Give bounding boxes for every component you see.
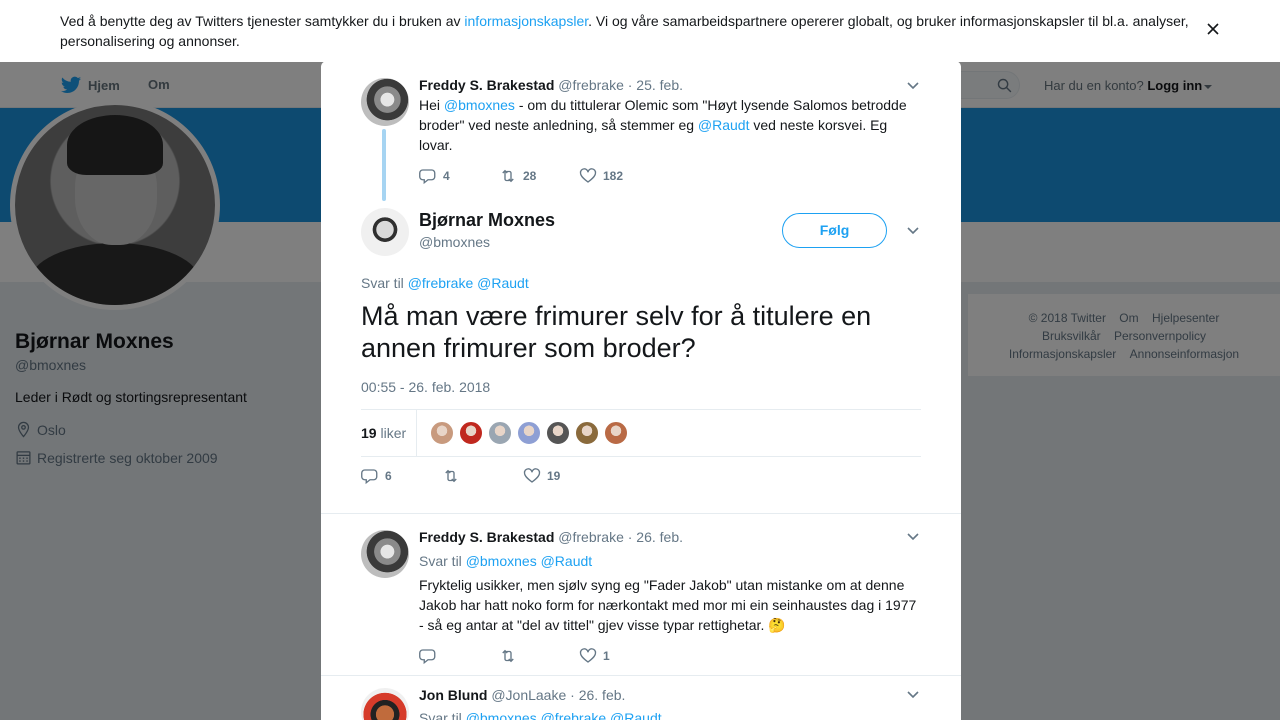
avatar[interactable] — [361, 688, 409, 720]
reply-context: Svar til @bmoxnes @frebrake @Raudt — [419, 710, 662, 720]
reply-context: Svar til @bmoxnes @Raudt — [419, 553, 592, 569]
tweet-date[interactable]: · 26. feb. — [570, 687, 625, 703]
like-count: 182 — [603, 169, 624, 183]
reply-icon — [419, 649, 436, 665]
reply-label: Svar til — [361, 275, 404, 291]
heart-icon — [523, 468, 541, 483]
tweet-date[interactable]: · 25. feb. — [628, 77, 683, 93]
cookie-link[interactable]: informasjonskapsler — [464, 13, 588, 29]
liker-avatar[interactable] — [604, 421, 628, 445]
liker-avatar[interactable] — [430, 421, 454, 445]
chevron-down-icon[interactable] — [906, 688, 920, 702]
reply-label: Svar til — [419, 710, 462, 720]
main-author-handle[interactable]: @bmoxnes — [419, 234, 490, 250]
mention-link[interactable]: @bmoxnes — [444, 97, 515, 113]
avatar[interactable] — [361, 530, 409, 578]
like-button[interactable]: 19 — [523, 467, 604, 485]
reply-mentions[interactable]: @frebrake @Raudt — [408, 275, 529, 291]
retweet-button[interactable] — [499, 647, 579, 665]
likes-number: 19 — [361, 425, 377, 441]
likes-row: 19 liker — [361, 409, 921, 457]
like-button[interactable]: 182 — [579, 167, 659, 185]
tweet-actions: 4 28 182 — [419, 167, 659, 185]
chevron-down-icon[interactable] — [906, 224, 920, 238]
chevron-down-icon[interactable] — [906, 530, 920, 544]
main-tweet-actions: 6 19 — [361, 467, 604, 485]
parent-tweet[interactable]: Freddy S. Brakestad @frebrake · 25. feb.… — [321, 61, 961, 201]
avatar[interactable] — [361, 78, 409, 126]
reply-button[interactable] — [419, 647, 499, 665]
liker-avatar[interactable] — [575, 421, 599, 445]
retweet-icon — [502, 169, 514, 183]
divider — [321, 513, 961, 514]
reply-count: 4 — [443, 169, 450, 183]
liker-avatar[interactable] — [517, 421, 541, 445]
reply-count: 6 — [385, 469, 392, 483]
modal-close-icon[interactable] — [1235, 13, 1259, 37]
like-count: 19 — [547, 469, 561, 483]
mention-link[interactable]: @Raudt — [698, 117, 750, 133]
main-author-name[interactable]: Bjørnar Moxnes — [419, 210, 555, 231]
main-tweet-text: Må man være frimurer selv for å titulere… — [361, 301, 872, 363]
retweet-count: 28 — [523, 169, 537, 183]
cookie-close-icon[interactable] — [1206, 22, 1220, 36]
likes-label: liker — [380, 425, 407, 441]
liker-avatar[interactable] — [459, 421, 483, 445]
likes-summary[interactable]: 19 liker — [361, 425, 406, 441]
liker-avatar[interactable] — [488, 421, 512, 445]
text-part: Hei — [419, 97, 444, 113]
like-count: 1 — [603, 649, 610, 663]
main-tweet-timestamp[interactable]: 00:55 - 26. feb. 2018 — [361, 379, 490, 395]
author-name[interactable]: Freddy S. Brakestad — [419, 77, 554, 93]
cookie-banner: Ved å benytte deg av Twitters tjenester … — [0, 0, 1280, 62]
author-name[interactable]: Freddy S. Brakestad — [419, 529, 554, 545]
liker-avatar[interactable] — [546, 421, 570, 445]
tweet-header: Jon Blund @JonLaake · 26. feb. — [419, 687, 625, 703]
retweet-icon — [445, 469, 457, 483]
author-handle[interactable]: @frebrake — [558, 77, 624, 93]
author-name[interactable]: Jon Blund — [419, 687, 487, 703]
tweet-actions: 1 — [419, 647, 659, 665]
author-handle[interactable]: @frebrake — [558, 529, 624, 545]
follow-button[interactable]: Følg — [782, 213, 887, 248]
author-handle[interactable]: @JonLaake — [491, 687, 566, 703]
divider — [416, 410, 417, 456]
tweet-date[interactable]: · 26. feb. — [628, 529, 683, 545]
retweet-button[interactable]: 28 — [499, 167, 579, 185]
like-button[interactable]: 1 — [579, 647, 659, 665]
reply-mentions[interactable]: @bmoxnes @Raudt — [466, 553, 592, 569]
chevron-down-icon[interactable] — [906, 79, 920, 93]
retweet-icon — [502, 649, 514, 663]
tweet-text: Fryktelig usikker, men sjølv syng eg "Fa… — [419, 577, 917, 633]
retweet-button[interactable] — [442, 467, 523, 485]
reply-button[interactable]: 4 — [419, 167, 499, 185]
reply-icon — [361, 469, 378, 485]
heart-icon — [579, 168, 597, 183]
tweet-permalink-modal: Freddy S. Brakestad @frebrake · 25. feb.… — [321, 61, 961, 720]
tweet-text: Hei @bmoxnes - om du tittulerar Olemic s… — [419, 95, 921, 155]
reply-context: Svar til @frebrake @Raudt — [361, 275, 529, 291]
reply-mentions[interactable]: @bmoxnes @frebrake @Raudt — [466, 710, 662, 720]
avatar[interactable] — [361, 208, 409, 256]
cookie-text-before: Ved å benytte deg av Twitters tjenester … — [60, 13, 465, 29]
tweet-header: Freddy S. Brakestad @frebrake · 26. feb. — [419, 529, 683, 545]
reply-icon — [419, 169, 436, 185]
tweet-header: Freddy S. Brakestad @frebrake · 25. feb. — [419, 77, 683, 93]
reply-label: Svar til — [419, 553, 462, 569]
thread-line — [382, 129, 386, 201]
reply-button[interactable]: 6 — [361, 467, 442, 485]
heart-icon — [579, 648, 597, 663]
divider — [321, 675, 961, 676]
